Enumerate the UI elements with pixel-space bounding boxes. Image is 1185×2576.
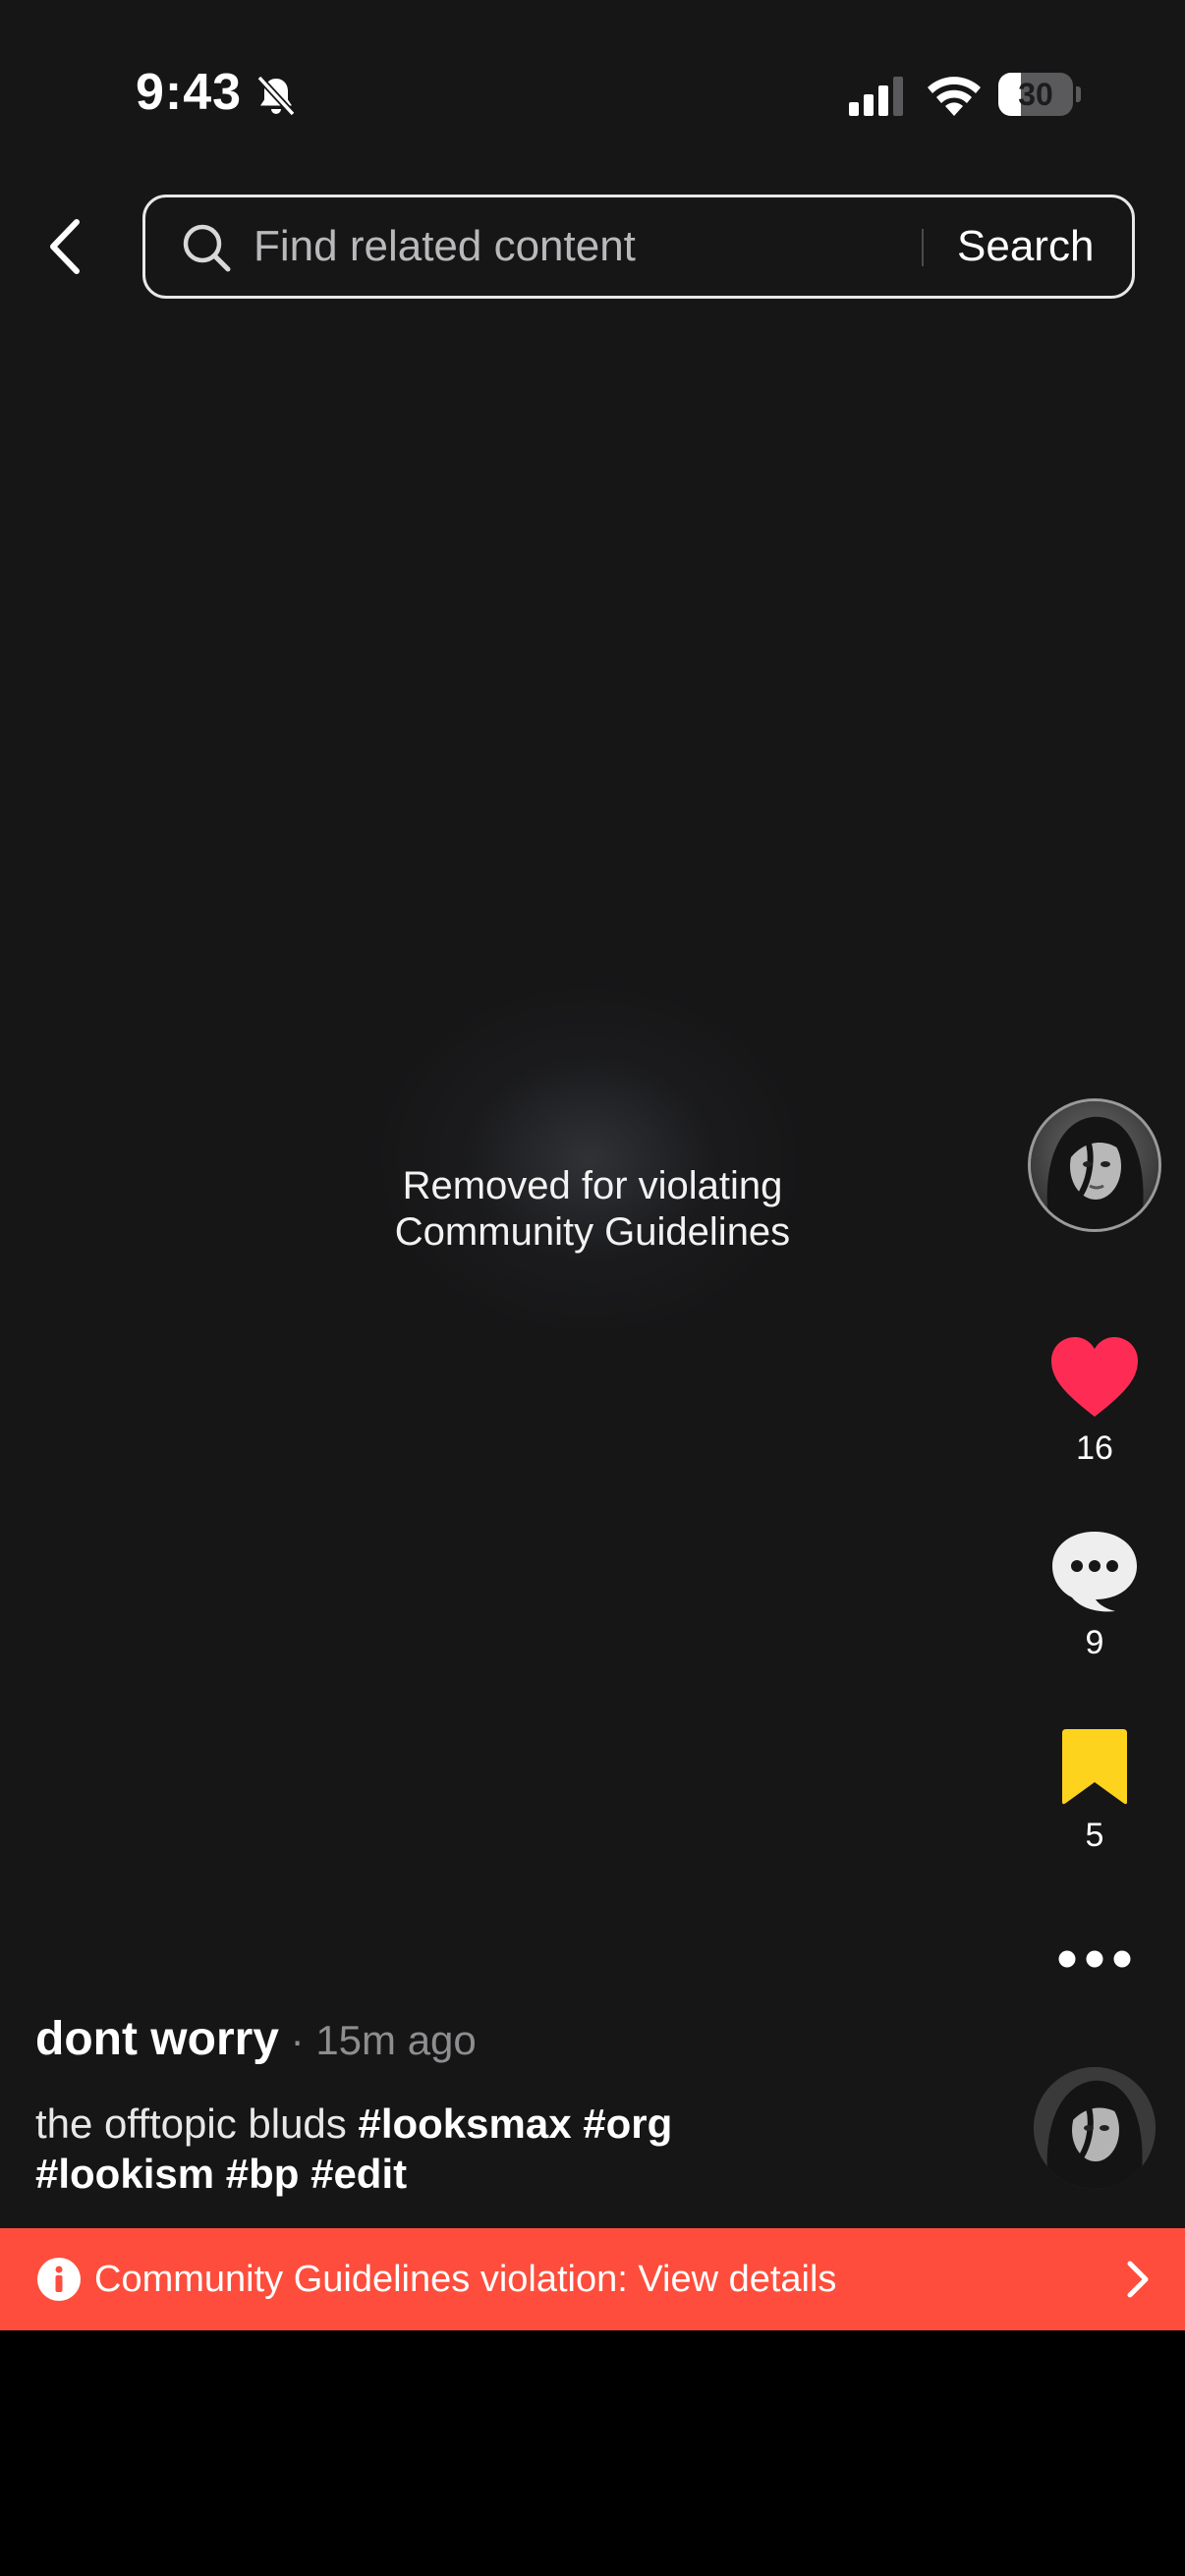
violation-banner[interactable]: Community Guidelines violation: View det… bbox=[0, 2228, 1185, 2330]
removed-message-line1: Removed for violating bbox=[402, 1164, 783, 1207]
hashtag[interactable]: #lookism bbox=[35, 2151, 214, 2197]
comment-bubble-icon bbox=[1052, 1532, 1137, 1612]
like-button[interactable]: 16 bbox=[1036, 1336, 1154, 1468]
author-line: dont worry · 15m ago bbox=[35, 2012, 477, 2066]
search-divider bbox=[922, 229, 924, 266]
save-count: 5 bbox=[1085, 1817, 1104, 1854]
violation-banner-text: Community Guidelines violation: View det… bbox=[94, 2259, 837, 2300]
wifi-icon bbox=[928, 77, 981, 116]
bell-slash-icon bbox=[256, 75, 296, 117]
comment-count: 9 bbox=[1085, 1624, 1104, 1661]
comment-button[interactable]: 9 bbox=[1036, 1529, 1154, 1662]
battery-icon: 30 bbox=[998, 73, 1073, 116]
post-time: 15m ago bbox=[315, 2017, 477, 2063]
bookmark-icon bbox=[1062, 1729, 1127, 1805]
back-arrow-icon bbox=[50, 219, 80, 274]
battery-cap bbox=[1076, 86, 1081, 102]
hashtag[interactable]: #edit bbox=[310, 2151, 407, 2197]
chevron-right-icon bbox=[1127, 2261, 1149, 2298]
avatar-image bbox=[1031, 1101, 1158, 1229]
search-icon bbox=[183, 224, 231, 272]
more-dots-icon[interactable] bbox=[1049, 1939, 1140, 1979]
status-time: 9:43 bbox=[136, 64, 243, 121]
author-name[interactable]: dont worry bbox=[35, 2013, 279, 2065]
screen: 9:43 30 Find related content Search Remo… bbox=[0, 0, 1185, 2576]
cellular-signal-icon bbox=[849, 77, 903, 116]
hashtag[interactable]: #org bbox=[583, 2100, 672, 2147]
like-count: 16 bbox=[1076, 1429, 1113, 1467]
removed-message-line2: Community Guidelines bbox=[394, 1210, 791, 1254]
video-glow bbox=[373, 982, 806, 1336]
post-time-separator: · bbox=[279, 2017, 316, 2063]
save-button[interactable]: 5 bbox=[1036, 1727, 1154, 1855]
removed-message: Removed for violating Community Guidelin… bbox=[295, 1163, 890, 1256]
info-icon bbox=[37, 2258, 81, 2301]
battery-indicator: 30 bbox=[998, 73, 1081, 116]
back-button[interactable] bbox=[35, 210, 94, 283]
hashtag[interactable]: #bp bbox=[226, 2151, 300, 2197]
battery-level-text: 30 bbox=[1018, 77, 1053, 112]
creator-avatar[interactable] bbox=[1028, 1098, 1161, 1232]
hashtag[interactable]: #looksmax bbox=[358, 2100, 571, 2147]
search-button[interactable]: Search bbox=[957, 197, 1094, 296]
caption-text: the offtopic bluds bbox=[35, 2100, 347, 2147]
sound-avatar[interactable] bbox=[1034, 2067, 1156, 2189]
post-caption: the offtopic bluds #looksmax #org #looki… bbox=[35, 2099, 959, 2199]
sound-avatar-image bbox=[1034, 2067, 1156, 2189]
search-input[interactable]: Find related content Search bbox=[142, 195, 1135, 299]
status-bar: 9:43 30 bbox=[0, 0, 1185, 187]
heart-icon bbox=[1051, 1337, 1138, 1417]
search-placeholder: Find related content bbox=[254, 222, 636, 270]
